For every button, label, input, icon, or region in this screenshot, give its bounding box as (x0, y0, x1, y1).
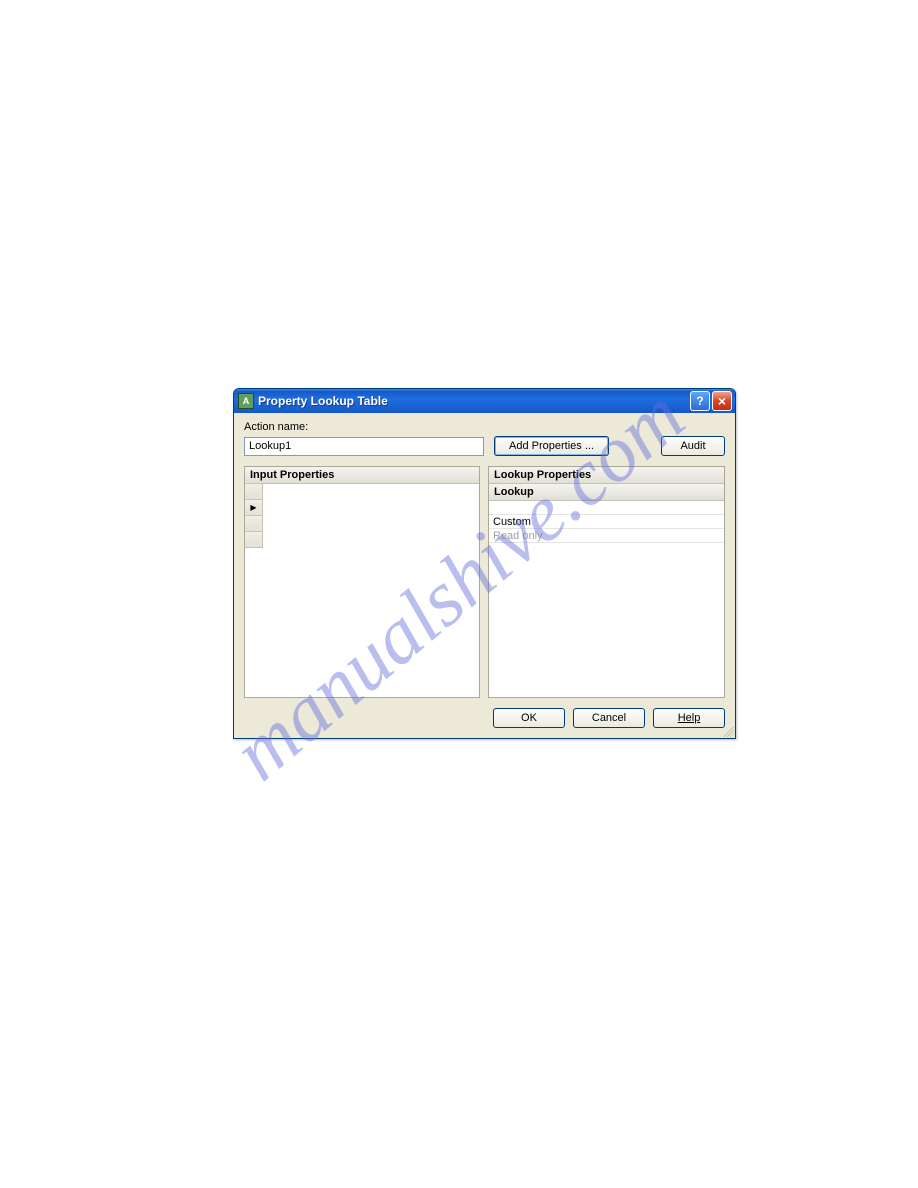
row-selector[interactable] (245, 516, 263, 532)
input-properties-grid[interactable] (245, 484, 479, 697)
lookup-body: Lookup Custom Read only (489, 484, 724, 697)
resize-grip-icon[interactable] (720, 723, 734, 737)
lookup-properties-header: Lookup Properties (489, 467, 724, 484)
help-button[interactable]: Help (653, 708, 725, 728)
input-properties-panel: Input Properties (244, 466, 480, 698)
dialog-button-row: OK Cancel Help (244, 708, 725, 728)
help-icon[interactable]: ? (690, 391, 710, 411)
add-properties-button[interactable]: Add Properties ... (494, 436, 609, 456)
dialog-body: Action name: Add Properties ... Audit In… (234, 413, 735, 738)
lookup-row-empty[interactable] (489, 501, 724, 515)
lookup-row-custom[interactable]: Custom (489, 515, 724, 529)
cancel-button[interactable]: Cancel (573, 708, 645, 728)
action-name-label: Action name: (244, 421, 725, 433)
audit-button[interactable]: Audit (661, 436, 725, 456)
property-lookup-dialog: A Property Lookup Table ? × Action name:… (233, 388, 736, 739)
title-bar[interactable]: A Property Lookup Table ? × (234, 389, 735, 413)
lookup-row-readonly: Read only (489, 529, 724, 543)
panels-container: Input Properties Lookup Properties Looku… (244, 466, 725, 698)
title-bar-buttons: ? × (690, 391, 732, 411)
close-icon[interactable]: × (712, 391, 732, 411)
row-selector[interactable] (245, 532, 263, 548)
dialog-title: Property Lookup Table (258, 394, 690, 408)
top-controls-row: Add Properties ... Audit (244, 436, 725, 456)
app-icon: A (238, 393, 254, 409)
action-name-input[interactable] (244, 437, 484, 456)
input-properties-header: Input Properties (245, 467, 479, 484)
row-selector[interactable] (245, 484, 263, 500)
row-selector-current[interactable] (245, 500, 263, 516)
row-selector-column (245, 484, 263, 697)
ok-button[interactable]: OK (493, 708, 565, 728)
lookup-column-header[interactable]: Lookup (489, 484, 724, 501)
lookup-properties-panel: Lookup Properties Lookup Custom Read onl… (488, 466, 725, 698)
